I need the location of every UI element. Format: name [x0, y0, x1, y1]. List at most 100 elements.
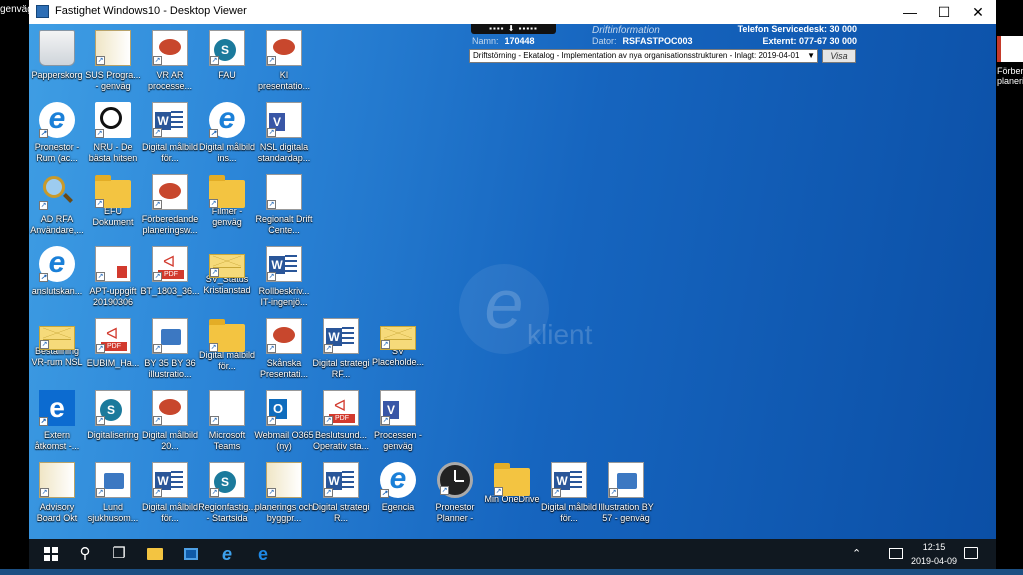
- desktop-icon[interactable]: ↗ Min OneDrive: [482, 462, 542, 505]
- notification-icon[interactable]: [964, 547, 978, 559]
- desktop-icon[interactable]: V ↗ NSL digitala standardap...: [254, 102, 314, 164]
- desktop-icon[interactable]: ↗ SV Placeholde...: [368, 318, 428, 368]
- internet-explorer-icon: e ↗: [209, 102, 245, 138]
- desktop-icon[interactable]: e ↗ Extern åtkomst -...: [29, 390, 87, 452]
- desktop-icon[interactable]: ↗ KI presentatio...: [254, 30, 314, 92]
- shortcut-arrow-icon: ↗: [210, 268, 219, 277]
- internet-explorer-button[interactable]: e: [209, 539, 245, 569]
- desktop-icon[interactable]: ᐊ PDF ↗ Beslutsund... Operativ sta...: [311, 390, 371, 452]
- pdf-icon: ᐊ PDF ↗: [152, 246, 188, 282]
- shortcut-arrow-icon: ↗: [267, 200, 276, 209]
- desktop-icon[interactable]: W ↗ Digital målbild för...: [140, 102, 200, 164]
- shortcut-arrow-icon: ↗: [267, 488, 276, 497]
- recycle-bin-icon: [39, 30, 75, 66]
- close-button[interactable]: ✕: [961, 0, 995, 24]
- internet-explorer-icon: e: [221, 544, 232, 564]
- desktop-icon-label: EFU Dokument: [92, 206, 134, 227]
- desktop-icon[interactable]: ↗ Lund sjukhusom...: [83, 462, 143, 524]
- shortcut-arrow-icon: ↗: [267, 344, 276, 353]
- desktop-icon[interactable]: W ↗ Rollbeskriv... IT-ingenjö...: [254, 246, 314, 308]
- shortcut-arrow-icon: ↗: [40, 488, 49, 497]
- search-button[interactable]: ⚲: [67, 539, 103, 569]
- desktop-icon-label: Digital strategi R...: [312, 502, 370, 523]
- shortcut-arrow-icon: ↗: [267, 56, 276, 65]
- desktop-icon[interactable]: O ↗ Webmail O365 (ny): [254, 390, 314, 452]
- task-view-button[interactable]: ❐: [101, 539, 137, 569]
- desktop-icon[interactable]: e ↗ Pronestor - Rum (ac...: [29, 102, 87, 164]
- desktop-icon[interactable]: S ↗ Regionfastig... - Startsida: [197, 462, 257, 524]
- desktop-icon[interactable]: e ↗ anslutskan...: [29, 246, 87, 297]
- edge-button[interactable]: e: [245, 539, 281, 569]
- shortcut-arrow-icon: ↗: [153, 272, 162, 281]
- desktop-icon[interactable]: W ↗ Digital målbild för...: [539, 462, 599, 524]
- shortcut-arrow-icon: ↗: [381, 416, 390, 425]
- network-icon[interactable]: [889, 548, 903, 559]
- host-desktop-icon[interactable]: Förbereda planerin: [997, 36, 1023, 86]
- desktop-icon[interactable]: ↗ Skånska Presentati...: [254, 318, 314, 380]
- shortcut-arrow-icon: ↗: [96, 488, 105, 497]
- internet-explorer-icon: e ↗: [39, 246, 75, 282]
- app-taskbar-button[interactable]: [173, 539, 209, 569]
- driftinfo-collapse-tab[interactable]: ▪▪▪▪ ⬇ ▪▪▪▪▪: [471, 24, 556, 34]
- desktop-icon-label: FAU: [218, 70, 236, 80]
- minimize-button[interactable]: —: [893, 0, 927, 24]
- start-button[interactable]: [33, 539, 69, 569]
- desktop-icon-label: Processen - genväg: [373, 430, 423, 451]
- desktop-icon[interactable]: S ↗ FAU: [197, 30, 257, 81]
- folder-icon: ↗: [494, 463, 530, 496]
- desktop-icon[interactable]: ↗ VR AR processe...: [140, 30, 200, 92]
- desktop-icon[interactable]: ↗ Advisory Board Okt: [29, 462, 87, 524]
- desktop-icon[interactable]: S ↗ Digitalisering: [83, 390, 143, 441]
- desktop-icon[interactable]: ↗ Pronestor Planner -: [425, 462, 485, 524]
- maximize-button[interactable]: ☐: [927, 0, 961, 24]
- clock-time[interactable]: 12:15: [909, 542, 959, 552]
- desktop-icon[interactable]: e ↗ Egencia: [368, 462, 428, 513]
- sharepoint-icon: S ↗: [95, 390, 131, 426]
- desktop-icon[interactable]: W ↗ Digital målbild för...: [140, 462, 200, 524]
- desktop-icon[interactable]: ↗ Förberedande planeringsw...: [140, 174, 200, 236]
- eklient-watermark: e klient: [459, 264, 592, 364]
- shortcut-arrow-icon: ↗: [153, 200, 162, 209]
- desktop-icon[interactable]: W ↗ Digital strategi RF...: [311, 318, 371, 380]
- desktop-icon[interactable]: ↗ Illustration BY 57 - genväg: [596, 462, 656, 524]
- visa-button[interactable]: Visa: [822, 49, 856, 63]
- desktop-icon[interactable]: ↗ BY 35 BY 36 illustratio...: [140, 318, 200, 380]
- file-explorer-button[interactable]: [137, 539, 173, 569]
- desktop-icon[interactable]: ↗ Filmer - genväg: [197, 174, 257, 228]
- remote-desktop[interactable]: e klient ▪▪▪▪ ⬇ ▪▪▪▪▪ Driftinformation N…: [29, 24, 996, 539]
- desktop-icon[interactable]: ↗ Microsoft Teams: [197, 390, 257, 452]
- desktop-icon[interactable]: ↗ APT-uppgift 20190306: [83, 246, 143, 308]
- desktop-icon[interactable]: ↗ Digital målbild 20...: [140, 390, 200, 452]
- desktop-icon[interactable]: ↗ EFU Dokument: [83, 174, 143, 228]
- desktop-icon[interactable]: V ↗ Processen - genväg: [368, 390, 428, 452]
- desktop-icon[interactable]: ↗ Digital målbild för...: [197, 318, 257, 372]
- media-file-icon: ↗: [152, 318, 188, 354]
- desktop-icon[interactable]: W ↗ Digital strategi R...: [311, 462, 371, 524]
- desktop-viewer-app-icon: [36, 5, 49, 18]
- tray-expand-button[interactable]: ⌃: [852, 539, 861, 569]
- desktop-icon[interactable]: ᐊ PDF ↗ EUBIM_Ha...: [83, 318, 143, 369]
- internet-explorer-icon: e ↗: [380, 462, 416, 498]
- desktop-icon-label: Digital målbild för...: [198, 350, 256, 371]
- desktop-icon[interactable]: ↗ SUS Progra... - genväg: [83, 30, 143, 92]
- desktop-icon[interactable]: ᐊ PDF ↗ BT_1803_36...: [140, 246, 200, 297]
- computer-value: RSFASTPOC003: [622, 36, 693, 46]
- driftinfo-select[interactable]: Driftstörning - Ekatalog - Implementatio…: [469, 49, 818, 63]
- shortcut-arrow-icon: ↗: [210, 488, 219, 497]
- desktop-icon[interactable]: ↗ SV_Status Kristianstad: [197, 246, 257, 296]
- desktop-icon[interactable]: ↗ AD RFA Användare,...: [29, 174, 87, 236]
- desktop-icon[interactable]: ↗ planerings och byggpr...: [254, 462, 314, 524]
- desktop-icon[interactable]: ↗ Regionalt Drift Cente...: [254, 174, 314, 236]
- desktop-icon[interactable]: ↗ Beställning VR-rum NSL: [29, 318, 87, 368]
- window-app-icon: [184, 548, 198, 560]
- title-bar[interactable]: Fastighet Windows10 - Desktop Viewer — ☐…: [29, 0, 996, 24]
- desktop-icon[interactable]: Papperskorg: [29, 30, 87, 81]
- edge-icon: e ↗: [39, 390, 75, 426]
- powerpoint-icon: ↗: [152, 174, 188, 210]
- desktop-icon[interactable]: ↗ NRU - De bästa hitsen: [83, 102, 143, 164]
- clock-icon: ↗: [437, 462, 473, 498]
- clock-date[interactable]: 2019-04-09: [909, 556, 959, 566]
- desktop-icon-label: anslutskan...: [31, 286, 83, 296]
- desktop-icon[interactable]: e ↗ Digital målbild ins...: [197, 102, 257, 164]
- desktop-icon-label: NSL digitala standardap...: [257, 142, 311, 163]
